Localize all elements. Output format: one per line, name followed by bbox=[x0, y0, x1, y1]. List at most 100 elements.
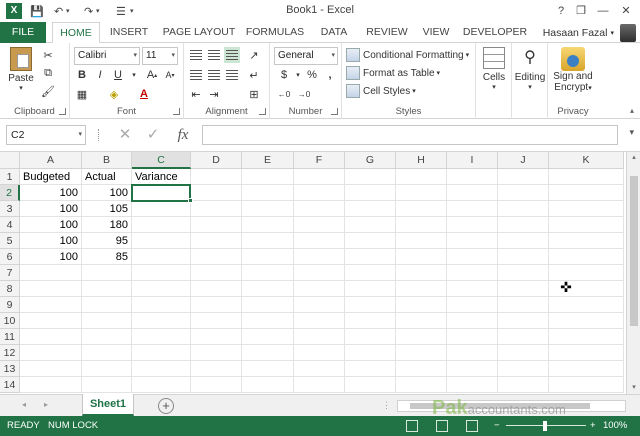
prev-sheet-icon[interactable]: ◂ bbox=[22, 400, 26, 409]
wrap-text-icon[interactable]: ↵ bbox=[246, 67, 262, 83]
vertical-scrollbar[interactable]: ▴ ▾ bbox=[626, 152, 640, 394]
decrease-indent-icon[interactable]: ⇤ bbox=[188, 86, 204, 102]
cell-d4[interactable] bbox=[191, 217, 242, 233]
cell-c4[interactable] bbox=[132, 217, 191, 233]
cell-k9[interactable] bbox=[549, 297, 624, 313]
cell-g12[interactable] bbox=[345, 345, 396, 361]
row-header-4[interactable]: 4 bbox=[0, 217, 20, 233]
cell-e8[interactable] bbox=[242, 281, 294, 297]
cell-e11[interactable] bbox=[242, 329, 294, 345]
row-header-10[interactable]: 10 bbox=[0, 313, 20, 329]
cell-c13[interactable] bbox=[132, 361, 191, 377]
tab-page-layout[interactable]: PAGE LAYOUT bbox=[160, 22, 238, 43]
cell-c11[interactable] bbox=[132, 329, 191, 345]
cell-f11[interactable] bbox=[294, 329, 345, 345]
fill-color-icon[interactable]: ◈ bbox=[106, 86, 122, 102]
cell-j11[interactable] bbox=[498, 329, 549, 345]
clipboard-launcher-icon[interactable] bbox=[59, 108, 66, 115]
row-header-14[interactable]: 14 bbox=[0, 377, 20, 393]
orientation-icon[interactable]: ↗ bbox=[246, 47, 262, 63]
tab-insert[interactable]: INSERT bbox=[104, 22, 154, 43]
cell-h3[interactable] bbox=[396, 201, 447, 217]
font-color-icon[interactable]: A bbox=[136, 86, 152, 102]
name-box[interactable]: C2 ▾ bbox=[6, 125, 86, 145]
increase-decimal-icon[interactable]: ←0 bbox=[276, 86, 292, 102]
cell-b12[interactable] bbox=[82, 345, 132, 361]
cell-f6[interactable] bbox=[294, 249, 345, 265]
middle-align-icon[interactable] bbox=[206, 47, 222, 63]
cell-i5[interactable] bbox=[447, 233, 498, 249]
cell-d10[interactable] bbox=[191, 313, 242, 329]
cell-g4[interactable] bbox=[345, 217, 396, 233]
cell-d3[interactable] bbox=[191, 201, 242, 217]
cell-i10[interactable] bbox=[447, 313, 498, 329]
cell-i4[interactable] bbox=[447, 217, 498, 233]
tab-split-icon[interactable]: ⋮ bbox=[382, 400, 391, 411]
cell-h10[interactable] bbox=[396, 313, 447, 329]
cell-h11[interactable] bbox=[396, 329, 447, 345]
increase-indent-icon[interactable]: ⇥ bbox=[206, 86, 222, 102]
tab-developer[interactable]: DEVELOPER bbox=[462, 22, 528, 43]
row-header-6[interactable]: 6 bbox=[0, 249, 20, 265]
top-align-icon[interactable] bbox=[188, 47, 204, 63]
column-header-j[interactable]: J bbox=[498, 152, 549, 169]
cell-h8[interactable] bbox=[396, 281, 447, 297]
cell-i2[interactable] bbox=[447, 185, 498, 201]
percent-button[interactable]: % bbox=[304, 67, 320, 83]
row-header-1[interactable]: 1 bbox=[0, 169, 20, 185]
row-header-7[interactable]: 7 bbox=[0, 265, 20, 281]
alignment-launcher-icon[interactable] bbox=[259, 108, 266, 115]
column-header-a[interactable]: A bbox=[20, 152, 82, 169]
enter-entry-button[interactable]: ✓ bbox=[142, 125, 164, 145]
close-button[interactable]: ✕ bbox=[615, 2, 637, 20]
cell-i12[interactable] bbox=[447, 345, 498, 361]
cell-c7[interactable] bbox=[132, 265, 191, 281]
cell-e13[interactable] bbox=[242, 361, 294, 377]
align-center-icon[interactable] bbox=[206, 67, 222, 83]
number-format-combo[interactable]: General ▾ bbox=[274, 47, 338, 65]
cell-k1[interactable] bbox=[549, 169, 624, 185]
cell-f13[interactable] bbox=[294, 361, 345, 377]
cell-e4[interactable] bbox=[242, 217, 294, 233]
cell-f10[interactable] bbox=[294, 313, 345, 329]
cell-e6[interactable] bbox=[242, 249, 294, 265]
cell-g13[interactable] bbox=[345, 361, 396, 377]
number-launcher-icon[interactable] bbox=[331, 108, 338, 115]
cell-g8[interactable] bbox=[345, 281, 396, 297]
cell-i9[interactable] bbox=[447, 297, 498, 313]
cell-b13[interactable] bbox=[82, 361, 132, 377]
tab-data[interactable]: DATA bbox=[312, 22, 356, 43]
column-header-k[interactable]: K bbox=[549, 152, 624, 169]
decrease-decimal-icon[interactable]: →0 bbox=[296, 86, 312, 102]
align-right-icon[interactable] bbox=[224, 67, 240, 83]
cell-f4[interactable] bbox=[294, 217, 345, 233]
cell-c1[interactable]: Variance bbox=[132, 169, 191, 185]
cell-g2[interactable] bbox=[345, 185, 396, 201]
cell-c10[interactable] bbox=[132, 313, 191, 329]
select-all-button[interactable] bbox=[0, 152, 20, 169]
worksheet-grid[interactable]: A B C D E F G H I J K 1 Budgeted Actual Variance 2 100 10… bbox=[0, 152, 640, 394]
cell-j10[interactable] bbox=[498, 313, 549, 329]
zoom-out-button[interactable]: − bbox=[494, 416, 500, 436]
bottom-align-icon[interactable] bbox=[224, 47, 240, 63]
page-layout-view-icon[interactable] bbox=[436, 420, 448, 432]
tab-view[interactable]: VIEW bbox=[416, 22, 456, 43]
cell-e14[interactable] bbox=[242, 377, 294, 393]
font-size-combo[interactable]: 11 ▾ bbox=[142, 47, 178, 65]
new-sheet-icon[interactable]: + bbox=[158, 398, 174, 414]
row-header-8[interactable]: 8 bbox=[0, 281, 20, 297]
row-header-2[interactable]: 2 bbox=[0, 185, 20, 201]
cell-h12[interactable] bbox=[396, 345, 447, 361]
cell-j9[interactable] bbox=[498, 297, 549, 313]
align-left-icon[interactable] bbox=[188, 67, 204, 83]
format-as-table-button[interactable]: Format as Table ▾ bbox=[346, 64, 440, 82]
cell-h2[interactable] bbox=[396, 185, 447, 201]
conditional-formatting-button[interactable]: Conditional Formatting ▾ bbox=[346, 46, 469, 64]
cell-f5[interactable] bbox=[294, 233, 345, 249]
cell-k11[interactable] bbox=[549, 329, 624, 345]
column-header-h[interactable]: H bbox=[396, 152, 447, 169]
cell-g6[interactable] bbox=[345, 249, 396, 265]
cell-e10[interactable] bbox=[242, 313, 294, 329]
cell-f12[interactable] bbox=[294, 345, 345, 361]
increase-font-icon[interactable]: A ▴ bbox=[144, 67, 160, 83]
